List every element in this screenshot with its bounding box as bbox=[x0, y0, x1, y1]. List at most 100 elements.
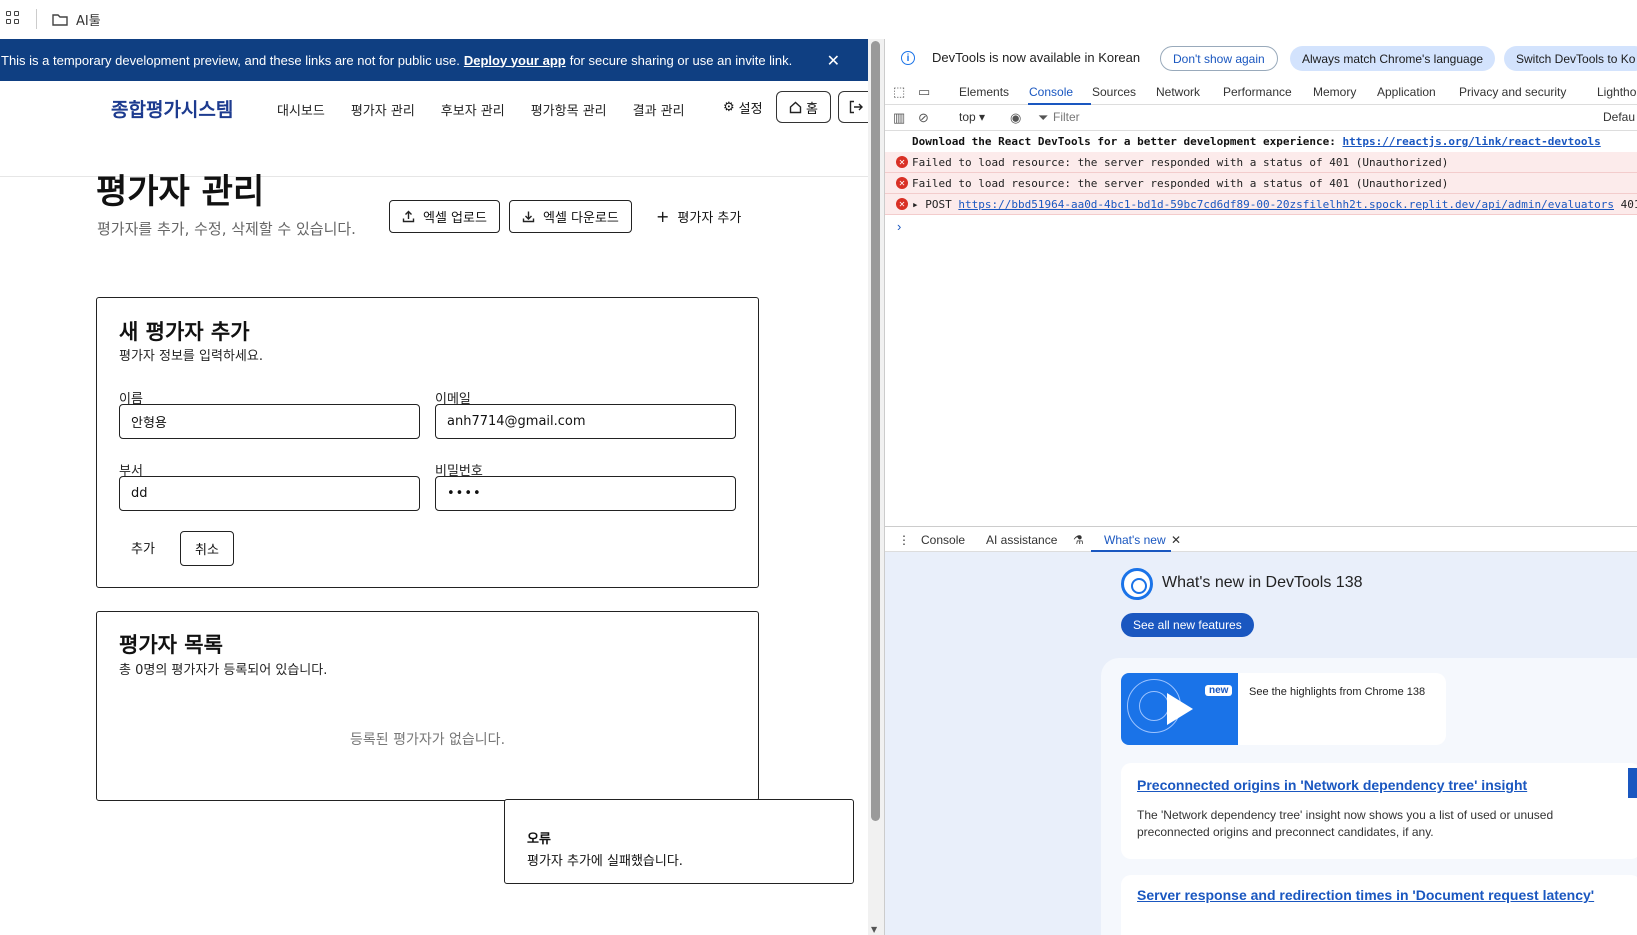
chrome-devtools-logo-icon bbox=[1121, 568, 1153, 600]
top-nav: 종합평가시스템 대시보드 평가자 관리 후보자 관리 평가항목 관리 결과 관리… bbox=[0, 81, 868, 177]
error-toast[interactable]: 오류 평가자 추가에 실패했습니다. bbox=[504, 799, 854, 884]
feature-description: The 'Network dependency tree' insight no… bbox=[1137, 808, 1554, 839]
context-selector[interactable]: top ▾ bbox=[959, 110, 985, 124]
filter-input[interactable]: Filter bbox=[1053, 110, 1080, 124]
log-text: Failed to load resource: the server resp… bbox=[912, 155, 1449, 169]
evaluator-list-title: 평가자 목록 bbox=[119, 633, 223, 657]
cancel-button[interactable]: 취소 bbox=[180, 531, 234, 566]
new-evaluator-title: 새 평가자 추가 bbox=[119, 320, 250, 344]
empty-state: 등록된 평가자가 없습니다. bbox=[349, 732, 506, 748]
home-button[interactable]: 홈 bbox=[776, 91, 831, 123]
error-icon: ✕ bbox=[896, 177, 908, 189]
devtools-drawer: ⋮ Console AI assistance ⚗ What's new ✕ W… bbox=[885, 526, 1637, 935]
filter-icon: ⏷ bbox=[1038, 110, 1049, 125]
inspect-element-icon[interactable]: ⬚ bbox=[893, 84, 905, 100]
drawer-tab-ai-assistance[interactable]: AI assistance bbox=[986, 533, 1057, 547]
switch-language-button[interactable]: Switch DevTools to Ko bbox=[1504, 46, 1637, 71]
drawer-tab-console[interactable]: Console bbox=[921, 533, 965, 547]
gear-icon: ⚙ bbox=[723, 100, 735, 115]
nav-link-criteria[interactable]: 평가항목 관리 bbox=[531, 100, 607, 119]
deploy-link[interactable]: Deploy your app bbox=[464, 53, 566, 68]
page-subtitle: 평가자를 추가, 수정, 삭제할 수 있습니다. bbox=[97, 220, 356, 238]
settings-label: 설정 bbox=[738, 102, 763, 117]
add-evaluator-label: 평가자 추가 bbox=[677, 211, 742, 226]
console-prompt-icon[interactable]: › bbox=[897, 219, 901, 234]
upload-icon bbox=[402, 210, 415, 223]
nav-links: 대시보드 평가자 관리 후보자 관리 평가항목 관리 결과 관리 bbox=[277, 100, 685, 119]
excel-upload-button[interactable]: 엑셀 업로드 bbox=[389, 200, 500, 233]
see-all-features-button[interactable]: See all new features bbox=[1121, 613, 1254, 637]
nav-link-results[interactable]: 결과 관리 bbox=[633, 100, 685, 119]
device-toolbar-icon[interactable]: ▭ bbox=[918, 84, 930, 100]
folder-icon bbox=[52, 13, 68, 26]
logout-button[interactable] bbox=[838, 91, 868, 123]
devtools-panel: i DevTools is now available in Korean Do… bbox=[884, 39, 1637, 935]
new-evaluator-desc: 평가자 정보를 입력하세요. bbox=[119, 349, 263, 364]
close-tab-icon[interactable]: ✕ bbox=[1171, 533, 1181, 547]
highlights-text: See the highlights from Chrome 138 bbox=[1249, 686, 1426, 698]
tab-sources[interactable]: Sources bbox=[1092, 85, 1136, 99]
dev-preview-banner: This is a temporary development preview,… bbox=[0, 39, 868, 81]
submit-add-button[interactable]: 추가 bbox=[123, 531, 163, 564]
nav-settings[interactable]: ⚙ 설정 bbox=[723, 98, 763, 117]
feature-title-link[interactable]: Preconnected origins in 'Network depende… bbox=[1137, 777, 1527, 793]
tab-application[interactable]: Application bbox=[1377, 85, 1436, 99]
console-log-error: ✕ Failed to load resource: the server re… bbox=[885, 152, 1637, 173]
evaluator-list-card: 평가자 목록 총 0명의 평가자가 등록되어 있습니다. 등록된 평가자가 없습… bbox=[96, 611, 759, 801]
tab-console[interactable]: Console bbox=[1029, 85, 1073, 99]
log-text: Failed to load resource: the server resp… bbox=[912, 176, 1449, 190]
excel-download-button[interactable]: 엑셀 다운로드 bbox=[509, 200, 632, 233]
video-thumbnail[interactable]: new bbox=[1121, 673, 1238, 745]
apps-grid-icon[interactable] bbox=[6, 11, 20, 25]
eye-icon[interactable]: ◉ bbox=[1010, 110, 1021, 126]
page-title: 평가자 관리 bbox=[96, 172, 265, 212]
tab-elements[interactable]: Elements bbox=[959, 85, 1009, 99]
nav-link-evaluators[interactable]: 평가자 관리 bbox=[351, 100, 415, 119]
drawer-menu-icon[interactable]: ⋮ bbox=[898, 533, 910, 547]
department-field[interactable]: dd bbox=[119, 476, 420, 511]
banner-text: This is a temporary development preview,… bbox=[1, 52, 460, 68]
scrollbar-thumb[interactable] bbox=[871, 41, 880, 821]
page-scrollbar[interactable]: ▼ bbox=[868, 39, 884, 935]
log-text: Download the React DevTools for a better… bbox=[912, 135, 1601, 148]
new-badge: new bbox=[1205, 685, 1233, 696]
devtools-tabs: ⬚ ▭ Elements Console Sources Network Per… bbox=[885, 78, 1637, 105]
bookmark-folder-label: AI툴 bbox=[76, 13, 101, 29]
nav-link-candidates[interactable]: 후보자 관리 bbox=[441, 100, 505, 119]
drawer-tabs: ⋮ Console AI assistance ⚗ What's new ✕ bbox=[885, 527, 1637, 552]
add-evaluator-button[interactable]: + 평가자 추가 bbox=[648, 200, 749, 233]
console-log-error[interactable]: ✕ ▸ POST https://bbd51964-aa0d-4bc1-bd1d… bbox=[885, 194, 1637, 215]
thumbnail-ring bbox=[1139, 691, 1169, 721]
sidebar-toggle-icon[interactable]: ▥ bbox=[893, 110, 905, 126]
tab-memory[interactable]: Memory bbox=[1313, 85, 1356, 99]
log-text: ▸ POST https://bbd51964-aa0d-4bc1-bd1d-5… bbox=[912, 197, 1637, 211]
drawer-tab-whats-new[interactable]: What's new bbox=[1104, 533, 1166, 547]
email-field[interactable]: anh7714@gmail.com bbox=[435, 404, 736, 439]
scroll-down-arrow-icon[interactable]: ▼ bbox=[871, 925, 877, 934]
nav-link-dashboard[interactable]: 대시보드 bbox=[277, 100, 325, 119]
feature-title-link[interactable]: Server response and redirection times in… bbox=[1137, 887, 1594, 903]
language-infobar: i DevTools is now available in Korean Do… bbox=[885, 39, 1637, 77]
dont-show-again-button[interactable]: Don't show again bbox=[1160, 46, 1278, 71]
brand-title[interactable]: 종합평가시스템 bbox=[111, 95, 233, 122]
name-field[interactable]: 안형용 bbox=[119, 404, 420, 439]
always-match-language-button[interactable]: Always match Chrome's language bbox=[1290, 46, 1496, 71]
error-icon: ✕ bbox=[896, 198, 908, 210]
request-url-link[interactable]: https://bbd51964-aa0d-4bc1-bd1d-59bc7cd6… bbox=[958, 198, 1614, 211]
clear-console-icon[interactable]: ⊘ bbox=[918, 110, 929, 126]
log-level-selector[interactable]: Defau bbox=[1603, 110, 1635, 124]
react-devtools-link[interactable]: https://reactjs.org/link/react-devtools bbox=[1342, 135, 1600, 148]
bookmarks-bar: AI툴 bbox=[0, 0, 1637, 38]
tab-performance[interactable]: Performance bbox=[1223, 85, 1292, 99]
tab-privacy-security[interactable]: Privacy and security bbox=[1459, 85, 1566, 99]
tab-lighthouse[interactable]: Lighthou bbox=[1597, 85, 1637, 99]
console-toolbar: ▥ ⊘ top ▾ ◉ ⏷ Filter Defau bbox=[885, 105, 1637, 131]
bookmark-folder-ai[interactable]: AI툴 bbox=[52, 10, 101, 29]
drawer-scrollbar-thumb[interactable] bbox=[1628, 768, 1637, 798]
excel-download-label: 엑셀 다운로드 bbox=[543, 211, 619, 226]
password-field[interactable]: •••• bbox=[435, 476, 736, 511]
new-evaluator-card: 새 평가자 추가 평가자 정보를 입력하세요. 이름 안형용 이메일 anh77… bbox=[96, 297, 759, 588]
download-icon bbox=[522, 211, 535, 223]
tab-network[interactable]: Network bbox=[1156, 85, 1200, 99]
close-icon[interactable]: ✕ bbox=[827, 51, 840, 71]
